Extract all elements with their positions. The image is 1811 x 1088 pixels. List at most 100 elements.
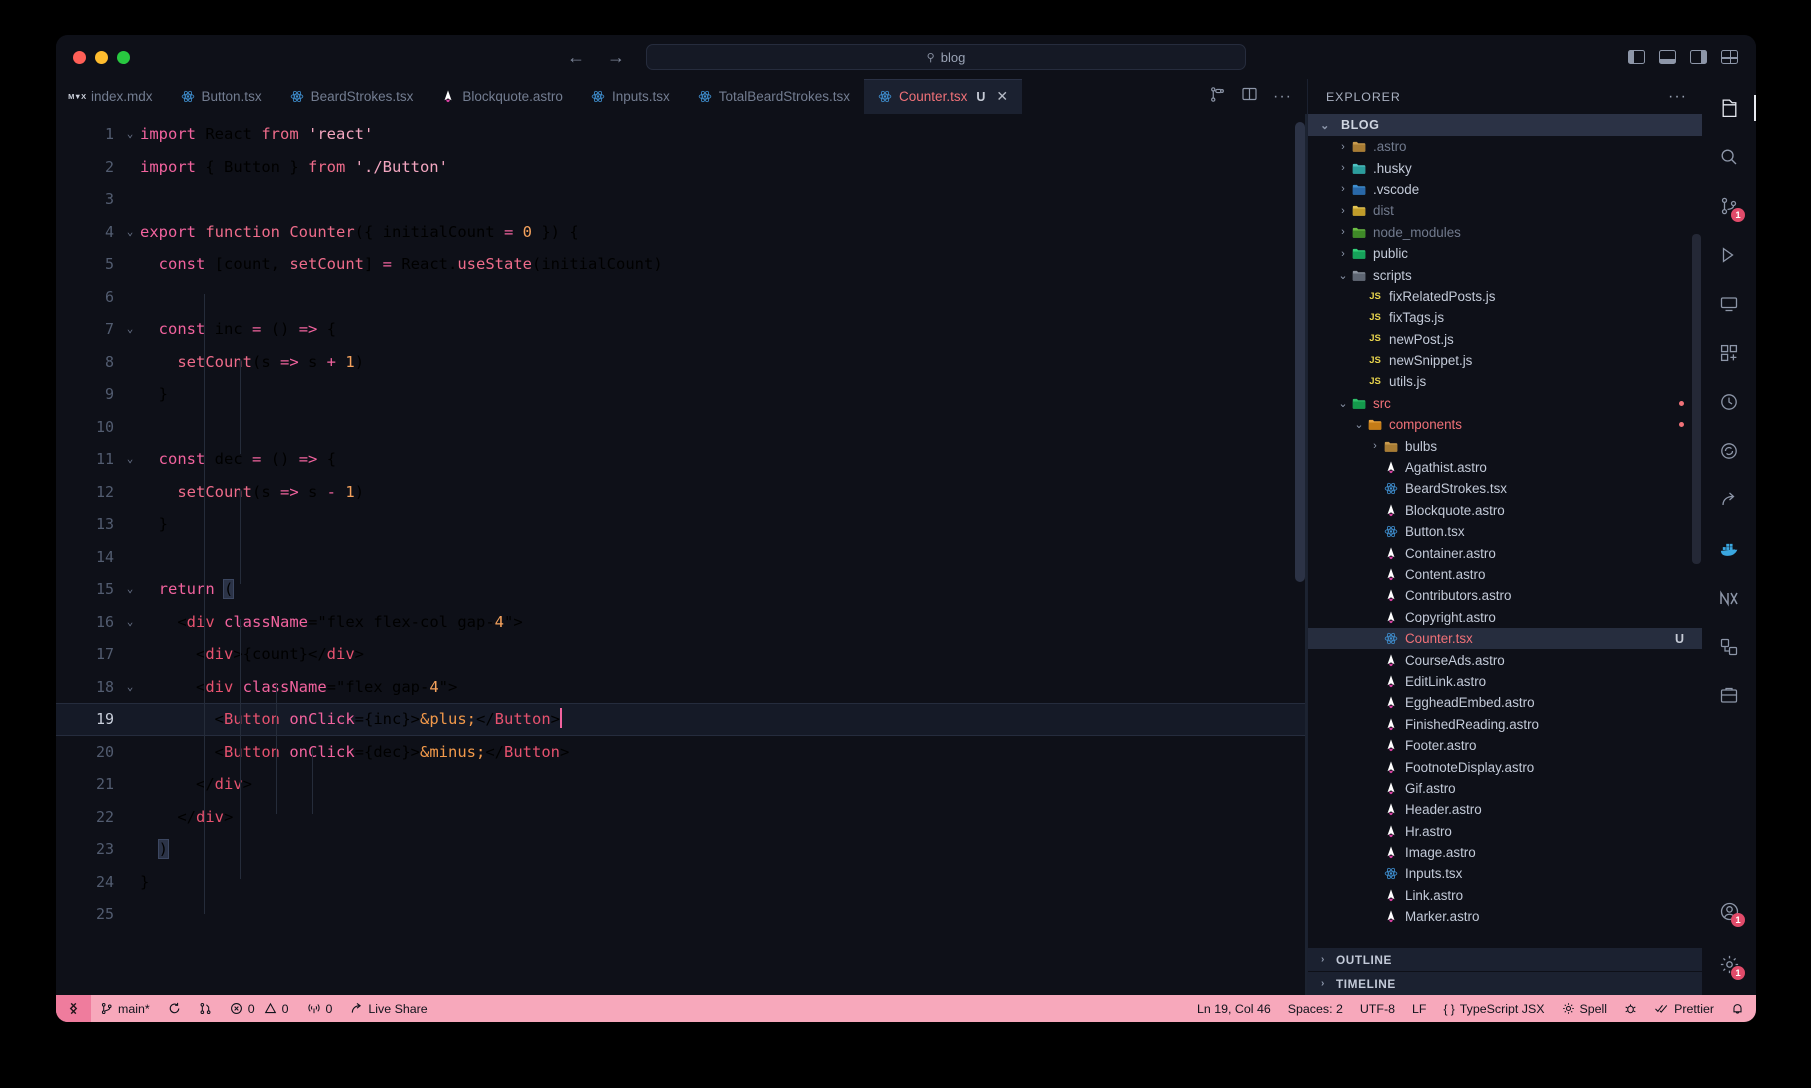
- split-editor-icon[interactable]: [1241, 86, 1258, 107]
- fold-chevron-icon[interactable]: ⌄: [120, 671, 140, 704]
- remote-window-icon[interactable]: [56, 995, 91, 1022]
- code-line[interactable]: 25: [56, 898, 1307, 931]
- chevron-right-icon[interactable]: ›: [1334, 141, 1352, 153]
- tree-item-header-astro[interactable]: Header.astro: [1308, 799, 1702, 820]
- editor-tab-inputs-tsx[interactable]: Inputs.tsx: [576, 79, 684, 114]
- tree-item-editlink-astro[interactable]: EditLink.astro: [1308, 671, 1702, 692]
- tree-item-newsnippet-js[interactable]: JS newSnippet.js: [1308, 350, 1702, 371]
- editor-tab-blockquote-astro[interactable]: Blockquote.astro: [427, 79, 577, 114]
- outline-section[interactable]: › OUTLINE: [1308, 947, 1702, 971]
- chevron-down-icon[interactable]: ⌄: [1334, 397, 1352, 410]
- fold-chevron-icon[interactable]: ⌄: [120, 443, 140, 476]
- chevron-right-icon[interactable]: ›: [1334, 162, 1352, 174]
- encoding-status[interactable]: UTF-8: [1360, 995, 1395, 1022]
- code-line[interactable]: 11 ⌄ const dec = () => {: [56, 443, 1307, 476]
- notifications-status[interactable]: [1731, 995, 1744, 1022]
- code-line[interactable]: 14: [56, 541, 1307, 574]
- back-arrow-icon[interactable]: ←: [567, 47, 585, 68]
- tree-item-components[interactable]: ⌄ components: [1308, 414, 1702, 435]
- code-line[interactable]: 22 </div>: [56, 801, 1307, 834]
- code-line[interactable]: 16 ⌄ <div className="flex flex-col gap-4"…: [56, 606, 1307, 639]
- editor-tab-beardstrokes-tsx[interactable]: BeardStrokes.tsx: [275, 79, 428, 114]
- code-line[interactable]: 4 ⌄ export function Counter({ initialCount…: [56, 216, 1307, 249]
- code-line[interactable]: 20 <Button onClick={dec}>&minus;</Button…: [56, 736, 1307, 769]
- chevron-right-icon[interactable]: ›: [1366, 440, 1384, 452]
- tree-item-copyright-astro[interactable]: Copyright.astro: [1308, 607, 1702, 628]
- editor-tab-totalbeardstrokes-tsx[interactable]: TotalBeardStrokes.tsx: [683, 79, 865, 114]
- accounts-icon[interactable]: 1: [1714, 896, 1745, 927]
- file-tree[interactable]: ⌄ BLOG › .astro › .husky › .vscode › dist › …: [1308, 114, 1702, 947]
- chevron-down-icon[interactable]: ⌄: [1334, 269, 1352, 282]
- tab-close-icon[interactable]: ✕: [996, 88, 1008, 105]
- code-line[interactable]: 1 ⌄ import React from 'react': [56, 118, 1307, 151]
- share-icon[interactable]: [1714, 485, 1744, 515]
- fold-chevron-icon[interactable]: ⌄: [120, 216, 140, 249]
- spell-checker-status[interactable]: Spell: [1562, 995, 1607, 1022]
- tree-item-container-astro[interactable]: Container.astro: [1308, 542, 1702, 563]
- tree-item--astro[interactable]: › .astro: [1308, 136, 1702, 157]
- language-mode-status[interactable]: { } TypeScript JSX: [1443, 995, 1544, 1022]
- code-line[interactable]: 12 setCount(s => s - 1): [56, 476, 1307, 509]
- tree-item-agathist-astro[interactable]: Agathist.astro: [1308, 457, 1702, 478]
- testing-icon[interactable]: [1714, 387, 1744, 417]
- tree-item-hr-astro[interactable]: Hr.astro: [1308, 821, 1702, 842]
- pull-request-status[interactable]: [190, 995, 221, 1022]
- code-line[interactable]: 21 </div>: [56, 768, 1307, 801]
- command-center-search[interactable]: ⚲ blog: [646, 44, 1246, 70]
- tree-item--husky[interactable]: › .husky: [1308, 157, 1702, 178]
- timeline-section[interactable]: › TIMELINE: [1308, 971, 1702, 995]
- split-diff-icon[interactable]: [1209, 86, 1226, 108]
- workspace-root-row[interactable]: ⌄ BLOG: [1308, 114, 1702, 136]
- fold-chevron-icon[interactable]: ⌄: [120, 313, 140, 346]
- explorer-scrollbar[interactable]: [1692, 234, 1701, 564]
- prettier-status[interactable]: Prettier: [1654, 995, 1714, 1022]
- tree-item-button-tsx[interactable]: Button.tsx: [1308, 521, 1702, 542]
- tree-item-node-modules[interactable]: › node_modules: [1308, 222, 1702, 243]
- eol-status[interactable]: LF: [1412, 995, 1426, 1022]
- tree-item-blockquote-astro[interactable]: Blockquote.astro: [1308, 500, 1702, 521]
- bug-status[interactable]: [1624, 995, 1637, 1022]
- tree-item-dist[interactable]: › dist: [1308, 200, 1702, 221]
- chevron-right-icon[interactable]: ›: [1334, 205, 1352, 217]
- git-branch-status[interactable]: main*: [91, 995, 159, 1022]
- code-line[interactable]: 6: [56, 281, 1307, 314]
- tree-item--vscode[interactable]: › .vscode: [1308, 179, 1702, 200]
- editor-tab-counter-tsx[interactable]: Counter.tsx U ✕: [864, 79, 1023, 114]
- tree-item-scripts[interactable]: ⌄ scripts: [1308, 264, 1702, 285]
- chevron-right-icon[interactable]: ›: [1334, 183, 1352, 195]
- code-line[interactable]: 7 ⌄ const inc = () => {: [56, 313, 1307, 346]
- cursor-position-status[interactable]: Ln 19, Col 46: [1197, 995, 1271, 1022]
- run-debug-icon[interactable]: [1714, 240, 1744, 270]
- code-line[interactable]: 15 ⌄ return (: [56, 573, 1307, 606]
- code-line[interactable]: 13 }: [56, 508, 1307, 541]
- extensions-icon[interactable]: [1714, 338, 1744, 368]
- code-line[interactable]: 9 }: [56, 378, 1307, 411]
- tree-item-footer-astro[interactable]: Footer.astro: [1308, 735, 1702, 756]
- project-manager-icon[interactable]: [1714, 681, 1744, 711]
- editor-viewport[interactable]: 1 ⌄ import React from 'react' 2 import { But…: [56, 114, 1307, 995]
- code-line[interactable]: 17 <div>{count}</div>: [56, 638, 1307, 671]
- code-line[interactable]: 8 setCount(s => s + 1): [56, 346, 1307, 379]
- fold-chevron-icon[interactable]: ⌄: [120, 573, 140, 606]
- tree-item-marker-astro[interactable]: Marker.astro: [1308, 906, 1702, 927]
- tree-item-courseads-astro[interactable]: CourseAds.astro: [1308, 649, 1702, 670]
- minimize-window-button[interactable]: [95, 50, 108, 64]
- tree-item-contributors-astro[interactable]: Contributors.astro: [1308, 585, 1702, 606]
- nx-console-icon[interactable]: [1714, 583, 1744, 613]
- tree-item-beardstrokes-tsx[interactable]: BeardStrokes.tsx: [1308, 478, 1702, 499]
- ports-status[interactable]: 0: [298, 995, 342, 1022]
- tree-item-link-astro[interactable]: Link.astro: [1308, 885, 1702, 906]
- tree-item-content-astro[interactable]: Content.astro: [1308, 564, 1702, 585]
- chevron-right-icon[interactable]: ›: [1334, 226, 1352, 238]
- toggle-panel-icon[interactable]: [1659, 50, 1676, 64]
- tree-item-public[interactable]: › public: [1308, 243, 1702, 264]
- explorer-more-icon[interactable]: ···: [1668, 88, 1687, 106]
- search-icon[interactable]: [1714, 142, 1744, 172]
- tree-item-utils-js[interactable]: JS utils.js: [1308, 371, 1702, 392]
- code-content[interactable]: 1 ⌄ import React from 'react' 2 import { But…: [56, 114, 1307, 995]
- toggle-secondary-sidebar-icon[interactable]: [1690, 50, 1707, 64]
- remote-explorer-icon[interactable]: [1714, 289, 1744, 319]
- tree-item-src[interactable]: ⌄ src: [1308, 393, 1702, 414]
- editor-tab-index-mdx[interactable]: M▼X index.mdx: [56, 79, 167, 114]
- customize-layout-icon[interactable]: [1721, 50, 1738, 64]
